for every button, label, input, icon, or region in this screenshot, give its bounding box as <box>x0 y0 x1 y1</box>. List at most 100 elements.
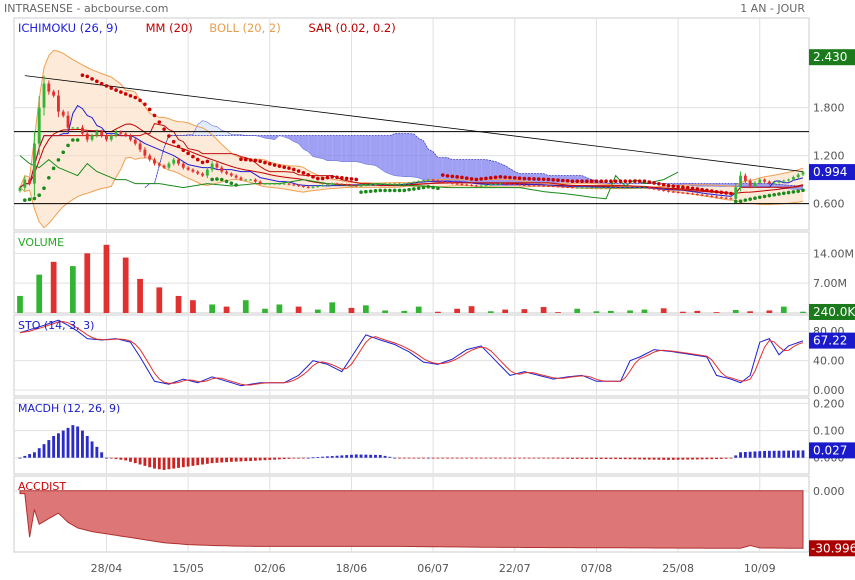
candle-body <box>398 183 401 185</box>
macd-bar <box>186 457 190 467</box>
candle-body <box>388 183 392 185</box>
sar-dot <box>23 198 27 202</box>
cloud-segment <box>361 135 366 165</box>
candle-body <box>614 187 618 189</box>
volume-bar <box>36 274 43 313</box>
macd-bar <box>412 457 416 459</box>
macd-bar <box>287 457 291 459</box>
cloud-segment <box>428 149 434 181</box>
candle-body <box>311 186 315 188</box>
sar-dot <box>455 175 459 179</box>
sar-dot <box>388 188 392 193</box>
sar-dot <box>757 195 762 200</box>
macd-bar <box>772 450 776 458</box>
candle-body <box>47 83 51 92</box>
sar-dot <box>287 166 291 170</box>
candle-body <box>85 133 89 140</box>
candle-body <box>561 186 565 188</box>
sar-dot <box>762 194 767 199</box>
macd-bar <box>196 457 200 466</box>
macd-bar <box>494 457 497 459</box>
macd-bar <box>359 454 363 458</box>
cloud-segment <box>495 161 501 185</box>
macd-bar <box>503 457 507 459</box>
volume-bar <box>69 266 76 313</box>
sar-dot <box>296 169 301 173</box>
macd-bar <box>340 455 344 458</box>
x-tick-label: 07/08 <box>581 562 613 575</box>
macd-bar <box>518 457 522 459</box>
sar-dot <box>589 179 594 183</box>
sar-dot <box>27 197 32 202</box>
macd-bar <box>95 446 99 458</box>
candle-body <box>575 187 579 189</box>
sar-dot <box>671 184 676 188</box>
volume-bar <box>415 306 422 313</box>
candle-body <box>326 184 329 186</box>
sar-dot <box>181 148 186 153</box>
candle-body <box>196 171 200 174</box>
sar-dot <box>402 188 407 193</box>
sar-dot <box>205 159 210 164</box>
macd-bar <box>369 454 373 458</box>
sar-dot <box>604 179 608 183</box>
macd-bar <box>436 457 440 459</box>
sar-dot <box>171 139 176 144</box>
macd-bar <box>652 457 656 460</box>
volume-bar <box>156 287 163 313</box>
sar-dot <box>772 193 776 197</box>
candle-body <box>138 143 142 150</box>
sto-panel-frame <box>13 314 810 397</box>
x-tick-label: 18/06 <box>336 562 368 575</box>
volume-bar <box>641 309 648 313</box>
sar-dot <box>777 192 781 196</box>
candle-body <box>532 185 536 187</box>
candle-body <box>599 187 603 189</box>
macd-bar <box>638 457 642 460</box>
sar-dot <box>714 189 719 194</box>
macd-bar <box>508 457 512 459</box>
candle-body <box>623 187 627 189</box>
candle-body <box>455 183 459 185</box>
cloud-segment <box>500 163 506 186</box>
volume-bar <box>209 304 216 313</box>
volume-bar <box>468 306 475 313</box>
candle-body <box>66 115 70 128</box>
sar-dot <box>753 196 757 201</box>
macd-bar <box>566 457 570 459</box>
sar-dot <box>368 189 373 194</box>
candle-body <box>234 175 238 178</box>
macd-bar <box>249 457 253 461</box>
sar-dot <box>647 180 652 184</box>
volume-bar <box>363 305 369 313</box>
macd-bar <box>489 457 493 459</box>
macd-bar <box>167 457 171 470</box>
candle-body <box>205 169 209 176</box>
candle-body <box>215 163 219 168</box>
macd-bar <box>609 457 613 460</box>
macd-bar <box>474 457 478 459</box>
macd-bar <box>321 456 325 458</box>
macd-bar <box>570 457 574 459</box>
candle-body <box>124 133 128 136</box>
macd-bar <box>61 430 65 458</box>
macd-bar <box>796 450 800 458</box>
candle-body <box>743 175 747 181</box>
candle-body <box>570 187 574 189</box>
candle-body <box>470 185 473 187</box>
cloud-segment <box>341 135 347 162</box>
macd-bar <box>239 457 243 462</box>
candle-body <box>129 135 132 140</box>
x-tick-label: 28/04 <box>91 562 123 575</box>
sar-dot <box>642 179 647 183</box>
macd-title: MACDH (12, 26, 9) <box>18 402 120 415</box>
candle-body <box>393 183 397 185</box>
sar-dot <box>652 181 656 185</box>
candle-body <box>465 184 469 186</box>
macd-bar <box>633 457 637 460</box>
candle-body <box>676 192 680 194</box>
macd-bar <box>681 457 685 460</box>
macd-bar <box>628 457 632 460</box>
volume-bar <box>574 308 581 313</box>
sar-dot <box>570 179 575 183</box>
